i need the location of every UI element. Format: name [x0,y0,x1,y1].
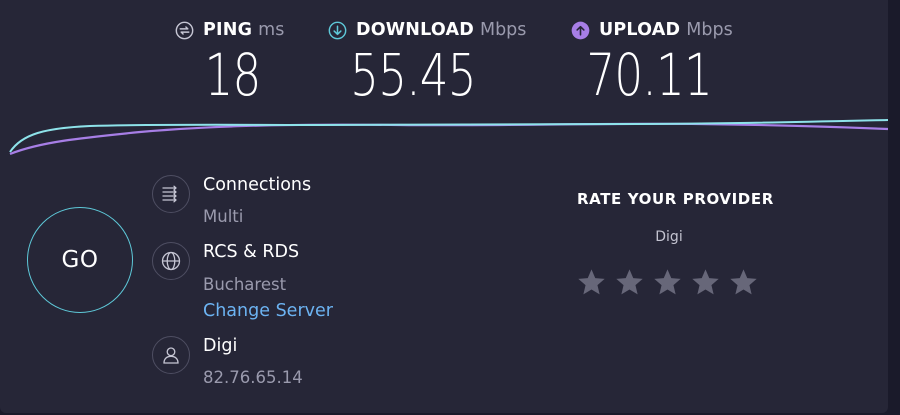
speed-graph [9,119,888,156]
upload-speed-line [9,122,888,156]
change-server-link[interactable]: Change Server [203,301,333,321]
upload-metric: UPLOAD Mbps 70.11 [571,18,733,106]
go-button[interactable]: GO [27,207,133,313]
isp-ip: 82.76.65.14 [203,368,303,387]
download-header: DOWNLOAD Mbps [328,18,526,42]
server-location: Bucharest [203,275,287,294]
rate-provider-name: Digi [655,229,683,245]
download-arrow-icon [328,21,347,40]
globe-icon [152,242,190,280]
star-1-icon[interactable] [576,267,607,298]
download-label: DOWNLOAD [356,20,474,40]
ping-metric: PING ms 18 [175,18,290,106]
star-3-icon[interactable] [652,267,683,298]
ping-value: 18 [204,41,261,109]
upload-value: 70.11 [586,41,713,109]
ping-label: PING [203,20,253,40]
upload-unit: Mbps [686,20,733,40]
star-4-icon[interactable] [690,267,721,298]
connections-title: Connections [203,175,312,195]
rating-stars [576,267,759,298]
speedtest-panel: PING ms 18 DOWNLOAD Mbps 55.45 UPLOAD Mb… [0,0,888,413]
download-metric: DOWNLOAD Mbps 55.45 [328,18,526,106]
isp-name: Digi [203,336,238,356]
ping-icon [175,21,194,40]
upload-label: UPLOAD [599,20,681,40]
connections-icon[interactable] [152,175,190,213]
download-unit: Mbps [479,20,527,40]
star-2-icon[interactable] [614,267,645,298]
ping-header: PING ms [175,18,290,42]
upload-header: UPLOAD Mbps [571,18,733,42]
user-icon [152,336,190,374]
connections-value: Multi [203,207,244,226]
star-5-icon[interactable] [728,267,759,298]
server-name: RCS & RDS [203,242,300,262]
ping-unit: ms [258,20,285,40]
rate-provider-title: RATE YOUR PROVIDER [577,190,774,208]
upload-arrow-icon [571,21,590,40]
download-value: 55.45 [350,41,476,109]
go-button-label: GO [61,247,99,273]
